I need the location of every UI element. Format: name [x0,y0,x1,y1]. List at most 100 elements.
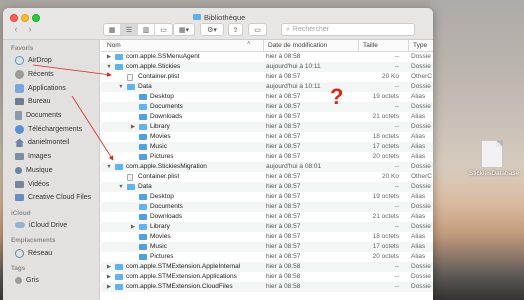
table-row[interactable]: Music hier à 08:57 17 octets Alias [101,242,433,252]
table-row[interactable]: Downloads hier à 08:57 21 octets Alias [101,212,433,222]
disclosure-open-icon[interactable]: ▼ [105,162,113,172]
music-icon [15,166,22,174]
sidebar-item-home[interactable]: danielmonteil [3,136,99,150]
sidebar-item-applications[interactable]: Applications [3,81,99,95]
table-row[interactable]: Container.plist hier à 08:57 20 Ko OtherC [101,172,433,182]
disclosure-closed-icon[interactable]: ▶ [105,272,113,282]
table-row[interactable]: ▶ com.apple.SSMenuAgent hier à 08:58 -- Doss… [101,52,433,62]
table-row[interactable]: Documents hier à 08:57 -- Dossie [101,102,433,112]
sidebar-item-creative-cloud[interactable]: Creative Cloud Files [3,191,99,205]
table-row[interactable]: Downloads hier à 08:57 21 octets Alias [101,112,433,122]
row-kind: Dossie [411,163,431,170]
row-date: hier à 08:57 [266,123,301,130]
sidebar-item-label: iCloud Drive [29,221,68,229]
table-row[interactable]: ▼ com.apple.StickiesMigration aujourd'hui … [101,162,433,172]
table-row[interactable]: Desktop hier à 08:57 19 octets Alias [101,92,433,102]
disclosure-closed-icon[interactable]: ▶ [105,52,113,62]
table-row[interactable]: Pictures hier à 08:57 20 octets Alias [101,252,433,262]
row-name: Movies [150,133,171,140]
table-row[interactable]: Container.plist hier à 08:57 20 Ko OtherC [101,72,433,82]
sidebar-item-airdrop[interactable]: AirDrop [3,54,99,68]
close-window-button[interactable] [10,14,18,22]
row-name: Documents [150,103,183,110]
row-name: Documents [150,203,183,210]
gallery-view-button[interactable]: ▭ [155,24,172,35]
sidebar-item-music[interactable]: Musique [3,164,99,178]
icon-view-button[interactable]: ▦ [104,24,121,35]
column-header-size[interactable]: Taille [358,40,378,52]
table-row[interactable]: ▶ com.apple.STMExtension.AppleInternal hie… [101,262,433,272]
row-date: hier à 08:57 [266,253,301,260]
row-kind: Alias [411,143,426,150]
row-size: 21 octets [372,213,399,220]
sidebar-item-documents[interactable]: Documents [3,109,99,123]
view-mode-group: ▦ ☰ ▥ ▭ [103,23,173,36]
row-size: 20 octets [372,153,399,160]
row-date: hier à 08:57 [266,203,301,210]
chevron-left-icon[interactable]: ‹ [10,24,22,35]
table-row[interactable]: ▶ com.apple.STMExtension.Applications hier… [101,272,433,282]
sidebar-item-movies[interactable]: Vidéos [3,177,99,191]
table-row[interactable]: ▼ Data aujourd'hui à 10:11 -- Dossie [101,82,433,92]
row-name: com.apple.StickiesMigration [126,163,207,170]
sidebar-item-recents[interactable]: Récents [3,68,99,82]
table-row[interactable]: Movies hier à 08:57 18 octets Alias [101,132,433,142]
column-header-date[interactable]: Date de modification [263,40,327,52]
desktop-file-icon[interactable] [474,140,512,168]
tag-icon[interactable]: ▭ [248,23,267,36]
disclosure-closed-icon[interactable]: ▶ [129,122,137,132]
row-size: 19 octets [372,193,399,200]
group-view-button[interactable]: ▦▾ [173,23,195,36]
column-view-button[interactable]: ▥ [138,24,155,35]
row-name: Desktop [150,93,174,100]
table-row[interactable]: ▶ Library hier à 08:57 -- Dossie [101,222,433,232]
column-header-kind[interactable]: Type [408,40,427,52]
desktop-file-label[interactable]: StickiesDatabase [467,170,521,178]
sidebar-item-network[interactable]: Réseau [3,246,99,260]
table-row[interactable]: Movies hier à 08:57 18 octets Alias [101,232,433,242]
disclosure-closed-icon[interactable]: ▶ [105,282,113,292]
table-row[interactable]: ▼ com.apple.Stickies aujourd'hui à 10:11 --… [101,62,433,72]
gear-icon[interactable]: ⚙▾ [200,23,224,36]
list-view-button[interactable]: ☰ [121,24,138,35]
desktop-icon [15,98,24,106]
table-row[interactable]: Desktop hier à 08:57 19 octets Alias [101,192,433,202]
sidebar-item-desktop[interactable]: Bureau [3,95,99,109]
sidebar-item-downloads[interactable]: Téléchargements [3,122,99,136]
row-size: 20 Ko [382,173,399,180]
table-row[interactable]: Documents hier à 08:57 -- Dossie [101,202,433,212]
folder-icon [139,204,147,210]
row-name: com.apple.STMExtension.AppleInternal [126,263,241,270]
search-input[interactable] [292,26,403,33]
window-title-label: Bibliothèque [204,12,246,22]
sidebar-item-pictures[interactable]: Images [3,150,99,164]
row-size: -- [394,103,399,110]
sidebar-item-tag-gray[interactable]: Gris [3,274,99,288]
disclosure-open-icon[interactable]: ▼ [117,182,125,192]
row-kind: Alias [411,133,426,140]
zoom-window-button[interactable] [32,14,40,22]
table-row[interactable]: Pictures hier à 08:57 20 octets Alias [101,152,433,162]
disclosure-open-icon[interactable]: ▼ [117,82,125,92]
disclosure-open-icon[interactable]: ▼ [105,62,113,72]
column-header-name[interactable]: Nom [103,40,121,52]
table-row[interactable]: ▼ Data hier à 08:57 -- Dossie [101,182,433,192]
network-icon [15,248,24,258]
row-name: Pictures [150,253,174,260]
sidebar-item-label: Téléchargements [28,125,83,133]
sidebar-item-label: Creative Cloud Files [28,194,92,202]
table-row[interactable]: Music hier à 08:57 17 octets Alias [101,142,433,152]
row-name: Library [150,223,170,230]
disclosure-closed-icon[interactable]: ▶ [105,262,113,272]
table-row[interactable]: ▶ com.apple.STMExtension.CloudFiles hier à… [101,282,433,292]
row-name: Container.plist [138,73,180,80]
minimize-window-button[interactable] [21,14,29,22]
row-date: hier à 08:57 [266,143,301,150]
file-list: Nom ˄ Date de modification Taille Type ▶… [101,40,433,300]
disclosure-closed-icon[interactable]: ▶ [129,222,137,232]
chevron-right-icon[interactable]: › [24,24,36,35]
share-icon[interactable]: ⇪ [228,23,243,36]
search-field[interactable]: ⌕ [281,23,415,36]
table-row[interactable]: ▶ Library hier à 08:57 -- Dossie [101,122,433,132]
sidebar-item-icloud-drive[interactable]: iCloud Drive [3,219,99,233]
